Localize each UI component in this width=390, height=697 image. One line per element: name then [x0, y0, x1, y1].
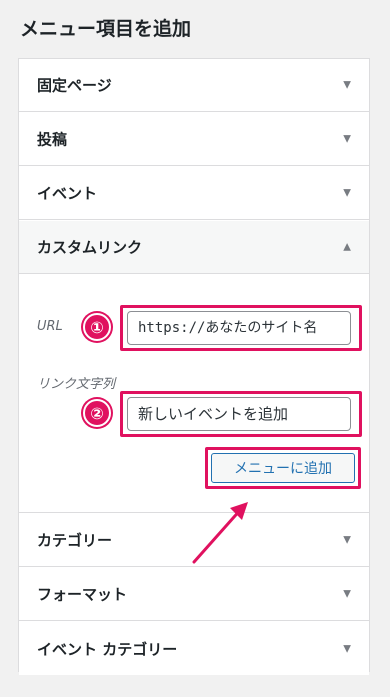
- section-categories-label: カテゴリー: [37, 531, 113, 550]
- step-2-badge: ②: [83, 399, 111, 427]
- step-1-badge: ①: [83, 313, 111, 341]
- url-input[interactable]: https://あなたのサイト名: [127, 311, 351, 345]
- section-pages-label: 固定ページ: [37, 76, 112, 95]
- section-pages[interactable]: 固定ページ ▼: [19, 59, 369, 112]
- section-formats-label: フォーマット: [37, 585, 128, 604]
- section-event-categories-label: イベント カテゴリー: [37, 640, 178, 658]
- chevron-down-icon: ▼: [343, 79, 351, 91]
- link-text-input[interactable]: 新しいイベントを追加: [127, 397, 351, 431]
- section-formats[interactable]: フォーマット ▼: [19, 568, 369, 621]
- section-posts-label: 投稿: [37, 130, 68, 149]
- link-text-label: リンク文字列: [37, 377, 116, 392]
- chevron-down-icon: ▼: [343, 187, 351, 199]
- section-custom-link[interactable]: カスタムリンク ▲: [19, 221, 369, 274]
- url-label: URL: [37, 319, 63, 334]
- section-events[interactable]: イベント ▼: [19, 167, 369, 220]
- menu-items-panel: 固定ページ ▼ 投稿 ▼ イベント ▼ カスタムリンク ▲ URL ① http…: [18, 58, 370, 675]
- chevron-down-icon: ▼: [343, 133, 351, 145]
- chevron-down-icon: ▼: [343, 643, 351, 654]
- add-to-menu-button[interactable]: メニューに追加: [211, 453, 355, 483]
- section-events-label: イベント: [37, 184, 98, 203]
- section-posts[interactable]: 投稿 ▼: [19, 113, 369, 166]
- custom-link-form: URL ① https://あなたのサイト名 リンク文字列 ② 新しいイベントを…: [19, 275, 369, 513]
- section-custom-link-label: カスタムリンク: [37, 238, 143, 257]
- pointer-arrow-icon: [192, 502, 248, 564]
- section-event-categories[interactable]: イベント カテゴリー ▼: [19, 622, 369, 675]
- chevron-up-icon: ▲: [343, 241, 351, 253]
- page-heading: メニュー項目を追加: [20, 18, 192, 40]
- chevron-down-icon: ▼: [343, 588, 351, 600]
- chevron-down-icon: ▼: [343, 534, 351, 546]
